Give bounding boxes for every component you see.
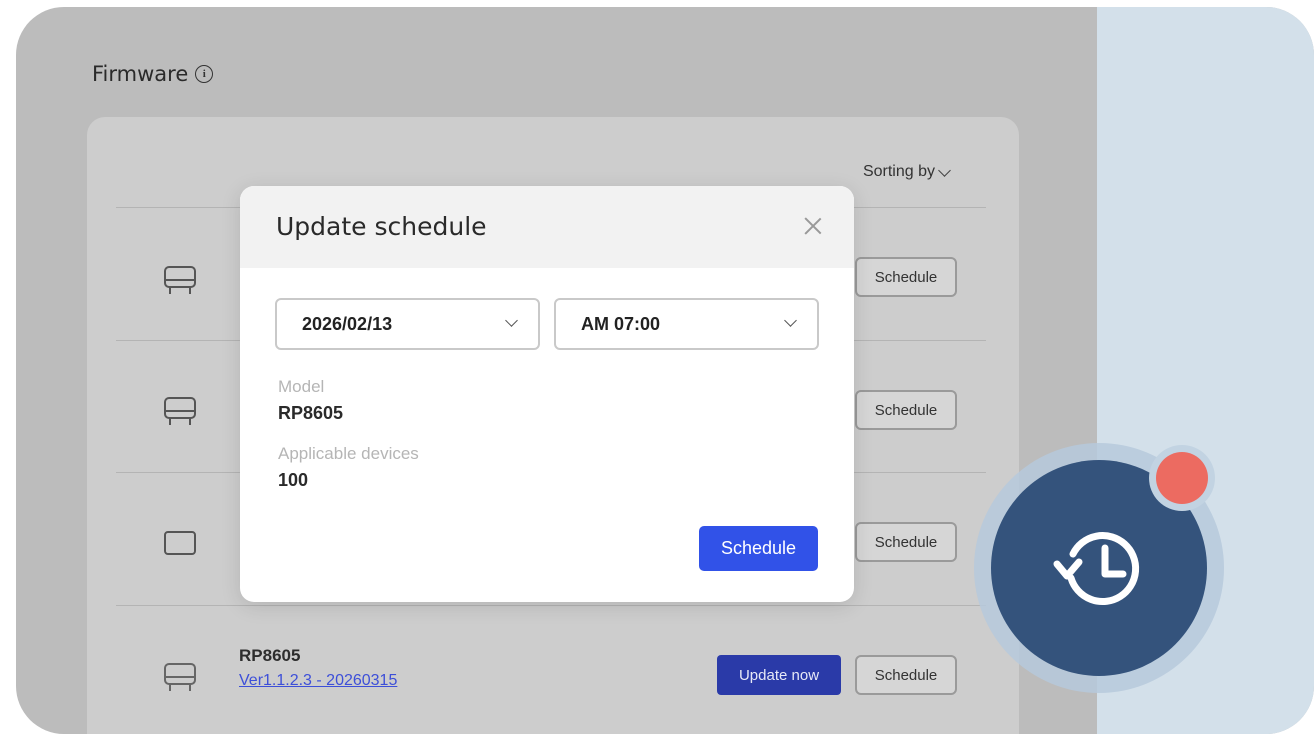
- applicable-devices-label: Applicable devices: [278, 444, 419, 463]
- update-now-button[interactable]: Update now: [717, 655, 841, 695]
- chevron-down-icon: [938, 163, 951, 177]
- modal-title: Update schedule: [276, 212, 487, 241]
- tv-stand-icon: [164, 266, 196, 294]
- info-icon[interactable]: i: [195, 65, 214, 83]
- monitor-icon: [164, 531, 196, 555]
- schedule-button[interactable]: Schedule: [855, 390, 957, 430]
- sorting-label: Sorting by: [862, 163, 935, 180]
- firmware-row: RP8605 Ver1.1.2.3 - 20260315 Update now …: [87, 606, 1019, 734]
- schedule-button[interactable]: Schedule: [855, 522, 957, 562]
- schedule-button[interactable]: Schedule: [855, 655, 957, 695]
- chevron-down-icon: [505, 314, 518, 327]
- sorting-dropdown[interactable]: Sorting by: [862, 163, 951, 181]
- modal-schedule-button[interactable]: Schedule: [699, 526, 818, 571]
- schedule-button[interactable]: Schedule: [855, 257, 957, 297]
- page-title-text: Firmware: [92, 62, 189, 86]
- history-clock-icon: [1053, 532, 1140, 606]
- notification-badge: [1156, 452, 1208, 504]
- time-select-value: AM 07:00: [581, 313, 661, 334]
- modal-header: Update schedule: [240, 186, 854, 268]
- model-label: Model: [278, 377, 325, 396]
- tv-stand-icon: [164, 397, 196, 425]
- page-title: Firmware i: [92, 62, 214, 86]
- tv-stand-icon: [164, 663, 196, 691]
- applicable-devices-value: 100: [278, 470, 309, 490]
- firmware-version-link[interactable]: Ver1.1.2.3 - 20260315: [239, 672, 397, 690]
- update-schedule-modal: Update schedule 2026/02/13 AM 07:00 Mode…: [240, 186, 854, 602]
- close-icon[interactable]: [804, 217, 822, 235]
- chevron-down-icon: [784, 314, 797, 327]
- date-select-value: 2026/02/13: [302, 313, 393, 334]
- time-select[interactable]: AM 07:00: [554, 298, 819, 350]
- date-select[interactable]: 2026/02/13: [275, 298, 540, 350]
- model-value: RP8605: [278, 403, 344, 423]
- row-model-name: RP8605: [239, 646, 301, 665]
